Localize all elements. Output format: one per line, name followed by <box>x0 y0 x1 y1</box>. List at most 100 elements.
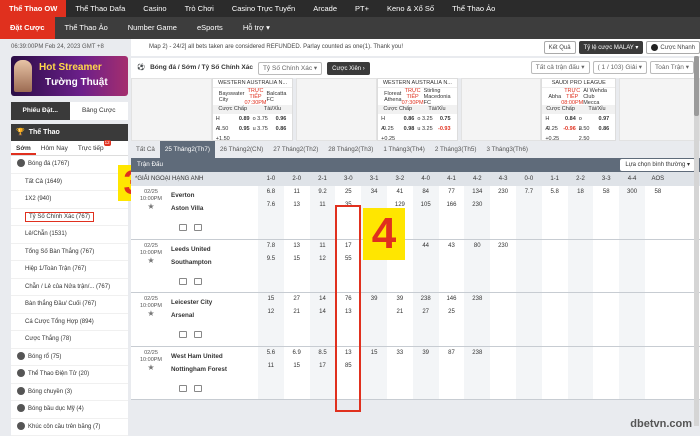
parlay-button[interactable]: Cược Xiên › <box>327 62 370 75</box>
odds-cell[interactable]: 238 <box>464 293 490 306</box>
odds-cell[interactable]: 39 <box>361 293 387 306</box>
star-icon[interactable]: ★ <box>131 364 171 371</box>
odds-cell[interactable]: 87 <box>439 347 465 360</box>
tab-today[interactable]: Hôm Nay <box>36 141 73 155</box>
tab-betslip[interactable]: Phiếu Đặt... <box>11 102 70 120</box>
tab-bet-list[interactable]: Bảng Cược <box>70 102 129 120</box>
top-nav-item[interactable]: Thể Thao OW <box>0 0 66 17</box>
match-card[interactable]: WESTERN AUSTRALIA N...Floreat AthenaTRỰC… <box>377 78 457 141</box>
odds-cell[interactable]: 105 <box>413 199 439 212</box>
results-button[interactable]: Kết Quả <box>544 41 576 54</box>
top-nav-item[interactable]: Thể Thao Ảo <box>443 0 504 17</box>
odds-value[interactable]: 0.96 <box>269 114 289 124</box>
odds-cell[interactable]: 7.8 <box>258 240 284 253</box>
top-nav-item[interactable]: Casino Trực Tuyến <box>223 0 304 17</box>
odds-cell[interactable]: 18 <box>568 186 594 199</box>
odds-cell[interactable]: 12 <box>258 306 284 319</box>
tv-icon[interactable] <box>194 278 202 285</box>
sidebar-item[interactable]: Chẵn / Lẻ của Nửa trận/... (767) <box>11 279 128 297</box>
sidebar-item[interactable]: Bóng chuyền (3) <box>11 384 128 402</box>
match-card[interactable]: WESTERN AUSTRALIA N...Bayswater CityTRỰC… <box>212 78 294 141</box>
odds-cell[interactable]: 14 <box>310 306 336 319</box>
sidebar-item[interactable]: Cá Cược Tổng Hợp (894) <box>11 314 128 332</box>
sub-nav-item[interactable]: eSports <box>187 17 233 39</box>
date-tab[interactable]: Tất Cả <box>131 141 160 158</box>
odds-cell[interactable]: 43 <box>439 240 465 253</box>
odds-cell[interactable]: 25 <box>335 186 361 199</box>
odds-cell[interactable]: 6.9 <box>284 347 310 360</box>
top-nav-item[interactable]: Thể Thao Dafa <box>66 0 134 17</box>
odds-value[interactable]: 0.89 <box>233 114 253 124</box>
odds-cell[interactable]: 134 <box>464 186 490 199</box>
odds-value[interactable]: 0.75 <box>434 114 454 124</box>
tv-icon[interactable] <box>194 385 202 392</box>
odds-type-select[interactable]: Tỷ lệ cược MALAY ▾ <box>579 41 644 54</box>
tab-live[interactable]: Trực tiếp12 <box>73 141 109 155</box>
top-nav-item[interactable]: Trò Chơi <box>176 0 223 17</box>
odds-cell[interactable]: 33 <box>387 347 413 360</box>
odds-cell[interactable]: 7.7 <box>516 186 542 199</box>
odds-cell[interactable]: 9.2 <box>310 186 336 199</box>
sub-nav-item[interactable]: Hỗ trợ ▾ <box>233 17 280 39</box>
promo-banner[interactable]: Hot Streamer Tường Thuật <box>11 56 128 96</box>
sub-nav-item[interactable]: Thể Thao Ảo <box>55 17 118 39</box>
sidebar-item[interactable]: Hiệp 1/Toàn Trận (767) <box>11 261 128 279</box>
top-nav-item[interactable]: PT+ <box>346 0 378 17</box>
odds-cell[interactable]: 11 <box>310 199 336 212</box>
league-select[interactable]: ( 1 / 103) Giải ▾ <box>593 61 647 74</box>
sidebar-item[interactable]: Cược Thắng (78) <box>11 331 128 349</box>
odds-cell[interactable]: 5.6 <box>258 347 284 360</box>
odds-cell[interactable]: 13 <box>284 199 310 212</box>
odds-cell[interactable]: 230 <box>490 240 516 253</box>
odds-cell[interactable]: 21 <box>387 306 413 319</box>
date-tab[interactable]: 27 Tháng2(Th2) <box>268 141 323 158</box>
top-nav-item[interactable]: Arcade <box>304 0 346 17</box>
sidebar-item[interactable]: Bàn thắng Đầu/ Cuối (767) <box>11 296 128 314</box>
odds-cell[interactable]: 25 <box>439 306 465 319</box>
odds-value[interactable]: 0.86 <box>398 114 418 124</box>
tv-icon[interactable] <box>194 224 202 231</box>
top-nav-item[interactable]: Casino <box>134 0 175 17</box>
star-icon[interactable]: ★ <box>131 203 171 210</box>
odds-value[interactable]: -0.96 <box>561 124 579 134</box>
market-select[interactable]: Tỷ Số Chính Xác ▾ <box>258 62 322 75</box>
odds-cell[interactable]: 39 <box>387 293 413 306</box>
odds-cell[interactable]: 7.6 <box>258 199 284 212</box>
stats-icon[interactable] <box>179 385 187 392</box>
odds-cell[interactable]: 27 <box>284 293 310 306</box>
scrollbar-thumb[interactable] <box>694 56 699 116</box>
odds-cell[interactable]: 15 <box>284 253 310 266</box>
odds-value[interactable]: -0.93 <box>434 124 454 134</box>
star-icon[interactable]: ★ <box>131 310 171 317</box>
odds-cell[interactable]: 58 <box>593 186 619 199</box>
tab-early[interactable]: Sớm <box>11 141 36 155</box>
sidebar-item[interactable]: Lẻ/Chẵn (1531) <box>11 226 128 244</box>
odds-value[interactable]: 0.86 <box>269 124 289 134</box>
stats-icon[interactable] <box>179 331 187 338</box>
odds-cell[interactable]: 21 <box>284 306 310 319</box>
odds-cell[interactable]: 15 <box>258 293 284 306</box>
odds-value[interactable]: 0.98 <box>398 124 418 134</box>
odds-cell[interactable]: 230 <box>464 199 490 212</box>
stats-icon[interactable] <box>179 278 187 285</box>
odds-value[interactable]: 0.97 <box>594 114 612 124</box>
sidebar-item[interactable]: Bóng đá (1767) <box>11 156 128 174</box>
odds-cell[interactable]: 11 <box>310 240 336 253</box>
odds-cell[interactable]: 41 <box>387 186 413 199</box>
date-tab[interactable]: 25 Tháng2(Th7) <box>160 141 215 158</box>
sub-nav-item[interactable]: Đặt Cược <box>0 17 55 39</box>
date-tab[interactable]: 28 Tháng2(Th3) <box>323 141 378 158</box>
odds-cell[interactable]: 27 <box>413 306 439 319</box>
odds-cell[interactable]: 15 <box>361 347 387 360</box>
odds-cell[interactable]: 6.8 <box>258 186 284 199</box>
odds-value[interactable]: 0.86 <box>594 124 612 134</box>
odds-cell[interactable]: 300 <box>619 186 645 199</box>
odds-cell[interactable]: 77 <box>439 186 465 199</box>
odds-value[interactable]: 0.84 <box>561 114 579 124</box>
odds-cell[interactable]: 44 <box>413 240 439 253</box>
odds-cell[interactable]: 8.5 <box>310 347 336 360</box>
odds-cell[interactable]: 14 <box>310 293 336 306</box>
odds-cell[interactable]: 15 <box>284 360 310 373</box>
odds-cell[interactable]: 9.5 <box>258 253 284 266</box>
odds-cell[interactable]: 11 <box>258 360 284 373</box>
